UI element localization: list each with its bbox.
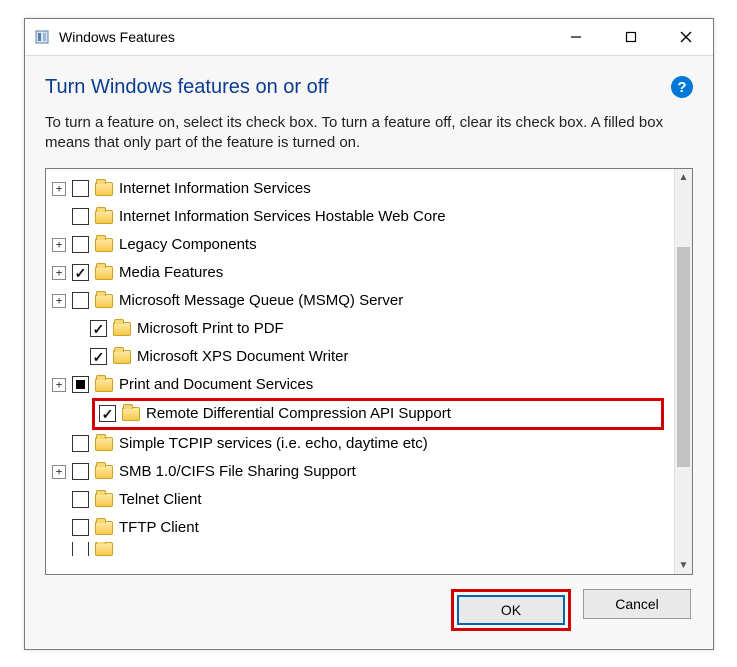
feature-checkbox[interactable]	[72, 236, 89, 253]
folder-icon	[95, 182, 113, 196]
feature-row[interactable]: Telnet Client	[46, 486, 674, 514]
feature-checkbox[interactable]	[72, 264, 89, 281]
feature-checkbox[interactable]	[90, 320, 107, 337]
expand-spacer	[52, 210, 66, 224]
feature-checkbox[interactable]	[72, 180, 89, 197]
expand-spacer	[52, 521, 66, 535]
folder-icon	[113, 350, 131, 364]
feature-label: Microsoft Print to PDF	[137, 320, 284, 337]
folder-icon	[95, 294, 113, 308]
close-icon	[680, 31, 692, 43]
feature-label: Telnet Client	[119, 491, 202, 508]
feature-checkbox[interactable]	[72, 292, 89, 309]
scroll-down-icon[interactable]: ▼	[675, 556, 692, 574]
feature-row[interactable]: + SMB 1.0/CIFS File Sharing Support	[46, 458, 674, 486]
titlebar: Windows Features	[25, 19, 713, 55]
ok-button-highlight: OK	[451, 589, 571, 631]
cancel-button[interactable]: Cancel	[583, 589, 691, 619]
folder-icon	[95, 542, 113, 556]
feature-row[interactable]: + Microsoft Message Queue (MSMQ) Server	[46, 287, 674, 315]
feature-row[interactable]: Internet Information Services Hostable W…	[46, 203, 674, 231]
dialog-heading: Turn Windows features on or off	[45, 76, 671, 99]
help-icon[interactable]: ?	[671, 76, 693, 98]
scrollbar[interactable]: ▲ ▼	[674, 169, 692, 575]
feature-label: Print and Document Services	[119, 376, 313, 393]
feature-label: SMB 1.0/CIFS File Sharing Support	[119, 463, 356, 480]
feature-row[interactable]: + Media Features	[46, 259, 674, 287]
expand-spacer	[52, 493, 66, 507]
folder-icon	[113, 322, 131, 336]
feature-checkbox[interactable]	[72, 542, 89, 556]
expand-icon[interactable]: +	[52, 465, 66, 479]
feature-row[interactable]	[46, 542, 674, 556]
feature-checkbox[interactable]	[90, 348, 107, 365]
feature-label: Legacy Components	[119, 236, 257, 253]
folder-icon	[95, 521, 113, 535]
expand-icon[interactable]: +	[52, 266, 66, 280]
features-tree: + Internet Information Services Internet I…	[45, 168, 693, 576]
scroll-track[interactable]	[675, 187, 692, 557]
expand-icon[interactable]: +	[52, 238, 66, 252]
folder-icon	[95, 266, 113, 280]
expand-spacer	[52, 542, 66, 556]
feature-checkbox[interactable]	[72, 208, 89, 225]
feature-row[interactable]: + Print and Document Services	[46, 371, 674, 399]
feature-label: Simple TCPIP services (i.e. echo, daytim…	[119, 435, 428, 452]
expand-spacer	[52, 437, 66, 451]
feature-checkbox[interactable]	[99, 405, 116, 422]
feature-row[interactable]: Microsoft XPS Document Writer	[46, 343, 674, 371]
feature-checkbox[interactable]	[72, 491, 89, 508]
app-icon	[33, 28, 51, 46]
feature-row[interactable]: + Legacy Components	[46, 231, 674, 259]
feature-label: Media Features	[119, 264, 223, 281]
feature-row[interactable]: Simple TCPIP services (i.e. echo, daytim…	[46, 430, 674, 458]
scroll-up-icon[interactable]: ▲	[675, 169, 692, 187]
expand-spacer	[70, 322, 84, 336]
windows-features-dialog: Windows Features Turn Windows features o…	[24, 18, 714, 650]
feature-label: Remote Differential Compression API Supp…	[146, 405, 451, 422]
feature-row[interactable]: TFTP Client	[46, 514, 674, 542]
folder-icon	[95, 210, 113, 224]
feature-checkbox[interactable]	[72, 519, 89, 536]
feature-label: Internet Information Services	[119, 180, 311, 197]
feature-row[interactable]: + Internet Information Services	[46, 175, 674, 203]
folder-icon	[95, 238, 113, 252]
feature-label: TFTP Client	[119, 519, 199, 536]
folder-icon	[95, 465, 113, 479]
feature-label: Internet Information Services Hostable W…	[119, 208, 446, 225]
minimize-icon	[570, 31, 582, 43]
feature-checkbox[interactable]	[72, 463, 89, 480]
feature-row[interactable]: Microsoft Print to PDF	[46, 315, 674, 343]
feature-checkbox[interactable]	[72, 435, 89, 452]
expand-icon[interactable]: +	[52, 294, 66, 308]
ok-button[interactable]: OK	[457, 595, 565, 625]
maximize-button[interactable]	[603, 19, 658, 55]
folder-icon	[122, 407, 140, 421]
expand-icon[interactable]: +	[52, 378, 66, 392]
content-area: Turn Windows features on or off ? To tur…	[25, 56, 713, 649]
dialog-footer: OK Cancel	[45, 575, 693, 645]
dialog-description: To turn a feature on, select its check b…	[45, 113, 693, 154]
feature-checkbox[interactable]	[72, 376, 89, 393]
folder-icon	[95, 378, 113, 392]
feature-label: Microsoft XPS Document Writer	[137, 348, 348, 365]
close-button[interactable]	[658, 19, 713, 55]
expand-spacer	[70, 350, 84, 364]
folder-icon	[95, 493, 113, 507]
feature-label: Microsoft Message Queue (MSMQ) Server	[119, 292, 403, 309]
expand-icon[interactable]: +	[52, 182, 66, 196]
scroll-thumb[interactable]	[677, 247, 690, 467]
folder-icon	[95, 437, 113, 451]
feature-row[interactable]: Remote Differential Compression API Supp…	[92, 398, 664, 430]
minimize-button[interactable]	[548, 19, 603, 55]
window-title: Windows Features	[59, 29, 175, 45]
maximize-icon	[625, 31, 637, 43]
